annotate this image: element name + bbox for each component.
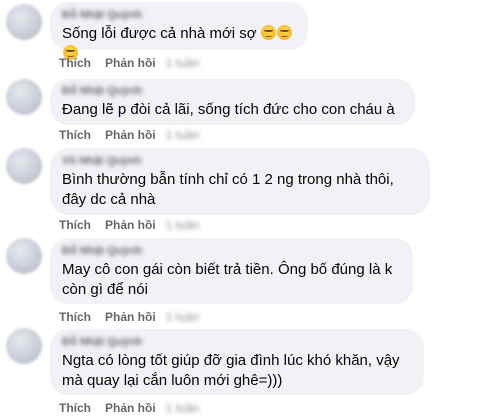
comment-author[interactable]: Đỗ Nhật Quỳnh [62,336,412,348]
comment-text: Bình thường bẫn tính chỉ có 1 2 ng trong… [62,171,394,208]
comment-text: May cô con gái còn biết trả tiền. Ông bố… [62,261,393,298]
comment-text: Đang lẽ p đòi cả lãi, sống tích đức cho … [62,101,395,118]
comment-text-content: Sống lỗi được cả nhà mới sợ [62,25,257,42]
comment-actions: Thích Phản hồi 1 tuần [59,400,199,416]
comment-actions: Thích Phản hồi 1 tuần [59,217,199,233]
avatar[interactable] [6,4,42,40]
like-button[interactable]: Thích [59,56,91,70]
upside-down-face-icon [260,25,276,40]
comment-author[interactable]: Đỗ Nhật Quỳnh [62,9,296,21]
comment-timestamp[interactable]: 1 tuần [166,56,199,70]
avatar[interactable] [6,238,42,274]
comment-bubble: Đỗ Nhật Quỳnh Đang lẽ p đòi cả lãi, sống… [50,79,415,125]
comment-timestamp[interactable]: 1 tuần [166,401,199,415]
like-button[interactable]: Thích [59,128,91,142]
comment-timestamp[interactable]: 1 tuần [166,218,199,232]
reply-button[interactable]: Phản hồi [105,401,156,415]
comment-actions: Thích Phản hồi 1 tuần [59,55,199,71]
like-button[interactable]: Thích [59,401,91,415]
upside-down-face-icon [276,25,292,40]
reply-button[interactable]: Phản hồi [105,218,156,232]
reply-button[interactable]: Phản hồi [105,128,156,142]
comment-text: Ngta có lòng tốt giúp đỡ gia đình lúc kh… [62,352,400,389]
avatar[interactable] [6,79,42,115]
comment-actions: Thích Phản hồi 1 tuần [59,127,199,143]
like-button[interactable]: Thích [59,310,91,324]
comment-bubble: Vũ Nhật Quỳnh Bình thường bẫn tính chỉ c… [50,148,430,215]
comment-bubble: Đỗ Nhật Quỳnh Ngta có lòng tốt giúp đỡ g… [50,329,424,395]
comment-timestamp[interactable]: 1 tuần [166,310,199,324]
avatar[interactable] [6,148,42,184]
reply-button[interactable]: Phản hồi [105,310,156,324]
comment-author[interactable]: Vũ Nhật Quỳnh [62,155,418,167]
comment-author[interactable]: Đỗ Nhật Quỳnh [62,245,401,257]
comment-bubble: Đỗ Nhật Quỳnh May cô con gái còn biết tr… [50,238,413,304]
comment-actions: Thích Phản hồi 1 tuần [59,309,199,325]
reply-button[interactable]: Phản hồi [105,56,156,70]
avatar[interactable] [6,328,42,364]
comment-timestamp[interactable]: 1 tuần [166,128,199,142]
comment-bubble: Đỗ Nhật Quỳnh Sống lỗi được cả nhà mới s… [50,2,308,60]
comment-author[interactable]: Đỗ Nhật Quỳnh [62,85,403,97]
like-button[interactable]: Thích [59,218,91,232]
